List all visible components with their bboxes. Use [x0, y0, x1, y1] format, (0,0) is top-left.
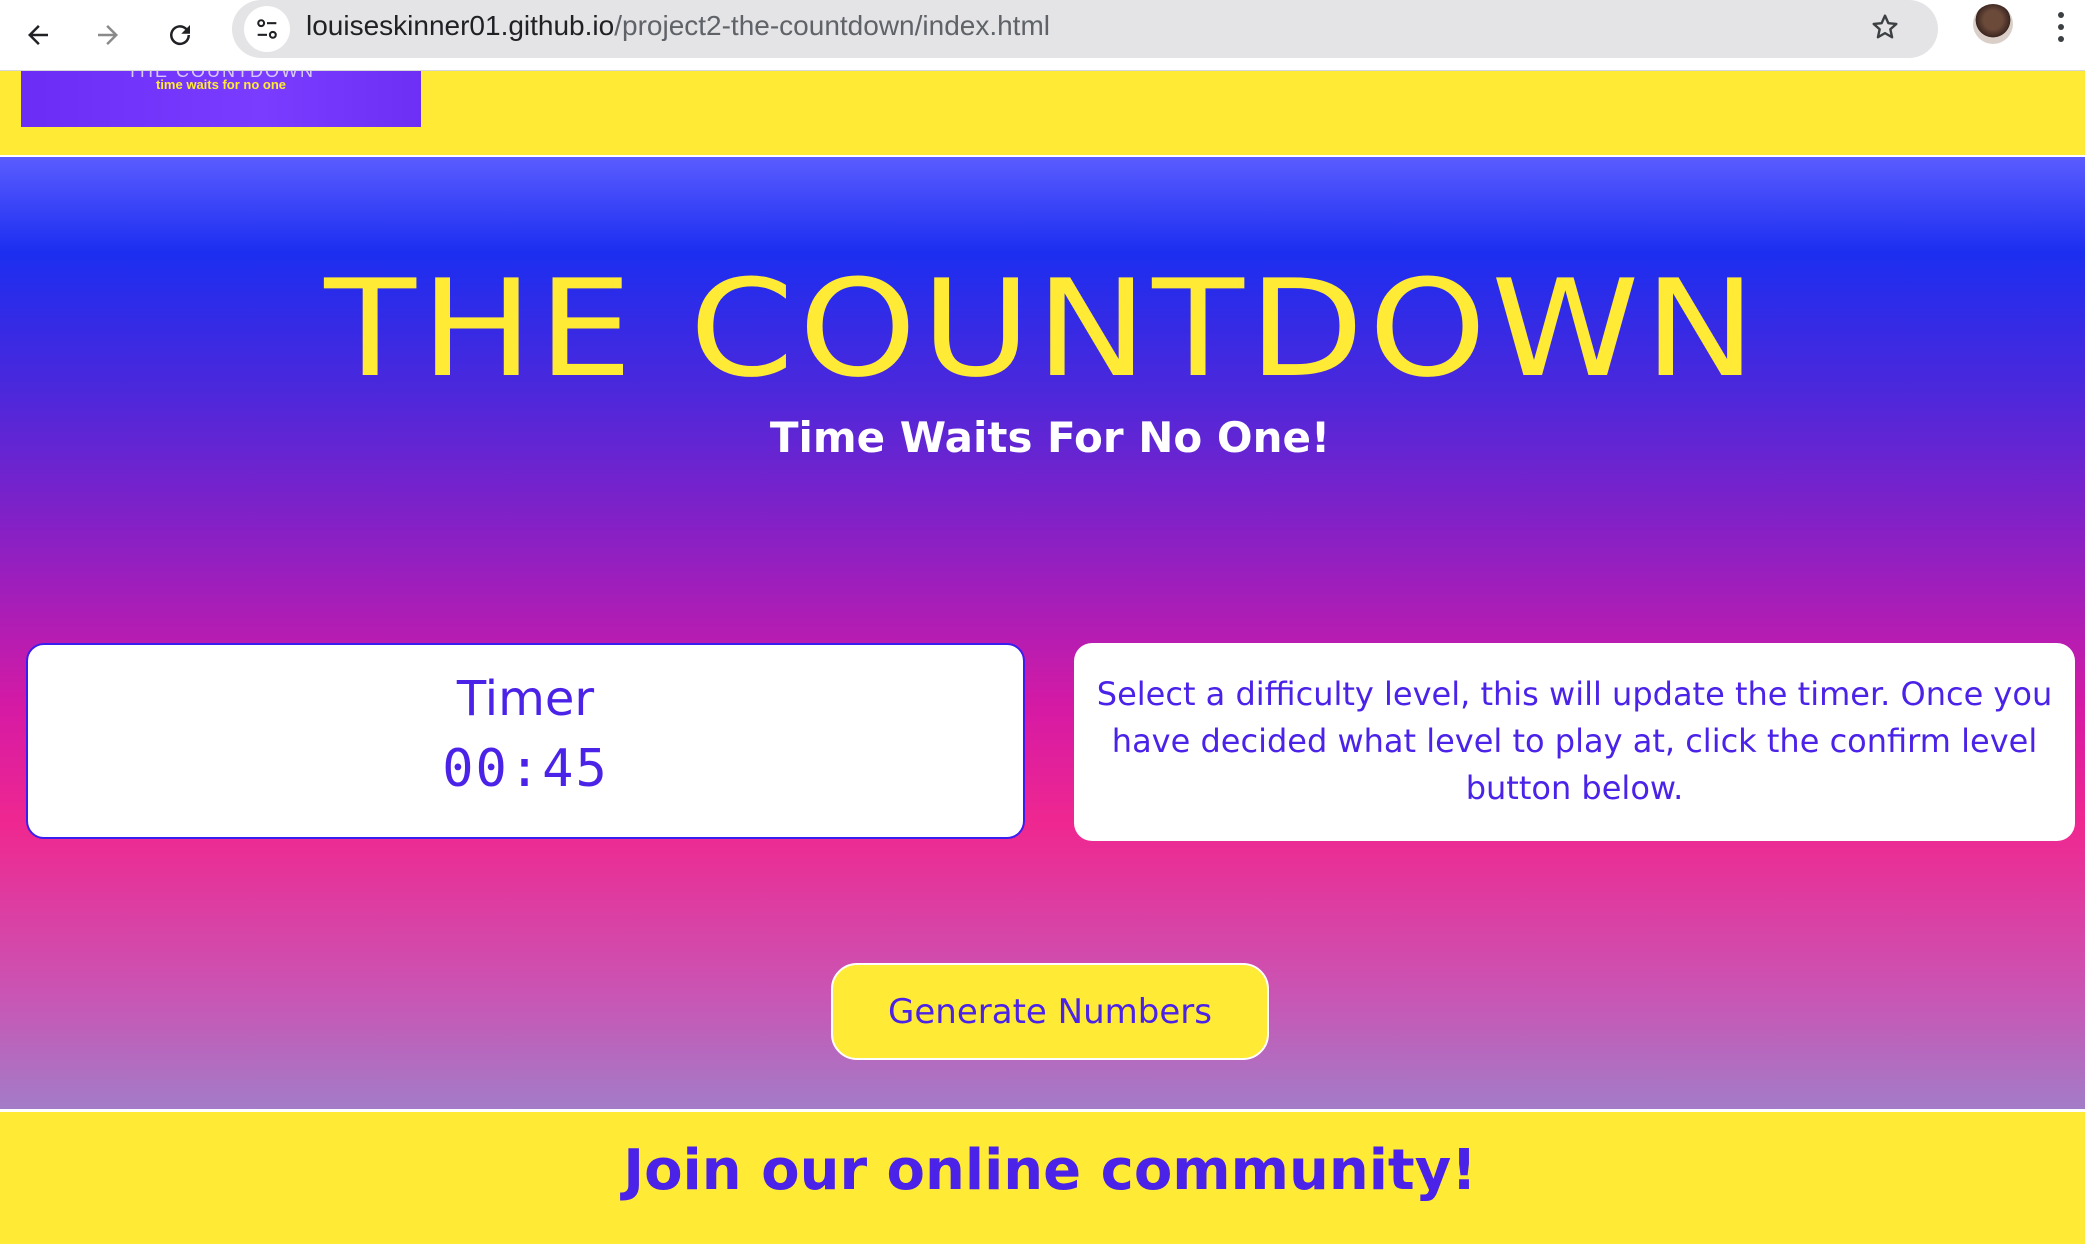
address-bar[interactable]: louiseskinner01.github.io/project2-the-c…	[232, 0, 1938, 58]
footer-title: Join our online community!	[623, 1138, 1477, 1203]
page-title: THE COUNTDOWN	[324, 251, 1761, 407]
arrow-left-icon	[28, 25, 48, 45]
timer-value: 00:45	[442, 739, 609, 799]
url-text[interactable]: louiseskinner01.github.io/project2-the-c…	[306, 0, 1050, 52]
site-info-button[interactable]	[244, 6, 290, 52]
generate-numbers-button[interactable]: Generate Numbers	[831, 963, 1269, 1060]
star-icon	[1872, 14, 1898, 39]
instructions-card: Select a difficulty level, this will upd…	[1074, 643, 2075, 841]
footer-divider	[0, 1109, 2085, 1112]
logo-tagline: time waits for no one	[155, 77, 286, 92]
timer-card: Timer 00:45	[26, 643, 1025, 839]
site-logo[interactable]: THE COUNTDOWN time waits for no one	[21, 71, 421, 127]
hero-section: THE COUNTDOWN Time Waits For No One! Tim…	[0, 157, 2085, 1110]
tune-icon	[257, 19, 277, 39]
profile-avatar[interactable]	[1973, 4, 2013, 44]
bookmark-button[interactable]	[1862, 4, 1908, 50]
instructions-text: Select a difficulty level, this will upd…	[1096, 675, 2053, 807]
back-button[interactable]	[8, 5, 68, 65]
kebab-menu-icon[interactable]	[2046, 4, 2076, 50]
forward-button[interactable]	[78, 5, 138, 65]
timer-label: Timer	[456, 671, 595, 727]
browser-toolbar: louiseskinner01.github.io/project2-the-c…	[0, 0, 2085, 71]
url-path: /project2-the-countdown/index.html	[614, 10, 1051, 41]
url-host: louiseskinner01.github.io	[306, 10, 615, 41]
reload-button[interactable]	[150, 5, 210, 65]
site-header: THE COUNTDOWN time waits for no one	[0, 71, 2085, 158]
reload-icon	[170, 25, 191, 46]
arrow-right-icon	[98, 25, 118, 45]
site-footer: Join our online community!	[0, 1109, 2085, 1244]
page-subtitle: Time Waits For No One!	[769, 413, 1331, 462]
